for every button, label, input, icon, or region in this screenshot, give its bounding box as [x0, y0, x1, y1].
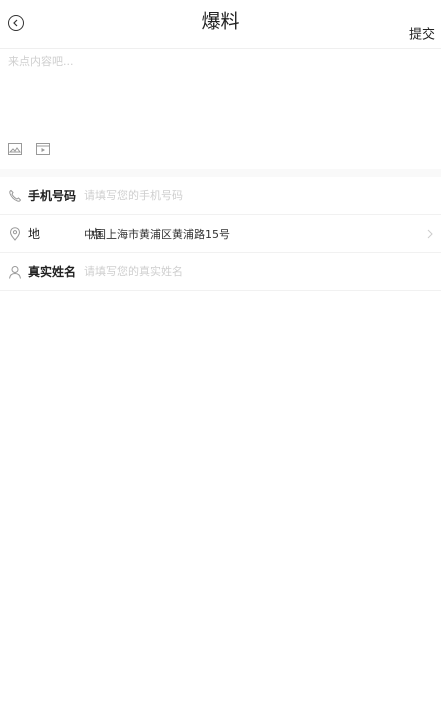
chevron-right-icon	[427, 229, 433, 239]
name-row: 真实姓名	[0, 253, 441, 291]
location-value: 中国上海市黄浦区黄浦路15号	[84, 227, 230, 241]
location-pin-icon	[8, 226, 22, 241]
phone-label: 手机号码	[28, 189, 77, 203]
video-icon[interactable]	[36, 143, 50, 155]
content-textarea[interactable]: 来点内容吧...	[0, 49, 441, 137]
page-title: 爆料	[201, 10, 240, 33]
location-row[interactable]: 地 点 中国上海市黄浦区黄浦路15号	[0, 215, 441, 253]
image-icon[interactable]	[8, 143, 22, 155]
top-bar: 爆料 提交	[0, 0, 441, 49]
phone-icon	[8, 189, 22, 203]
content-placeholder: 来点内容吧...	[8, 55, 74, 68]
person-icon	[8, 265, 22, 279]
name-label: 真实姓名	[28, 265, 77, 279]
phone-input[interactable]	[84, 189, 433, 202]
phone-row: 手机号码	[0, 177, 441, 215]
media-toolbar	[0, 137, 441, 161]
name-input[interactable]	[84, 265, 433, 278]
section-divider	[0, 169, 441, 177]
location-label: 地 点	[28, 227, 125, 241]
submit-button[interactable]: 提交	[409, 24, 435, 43]
